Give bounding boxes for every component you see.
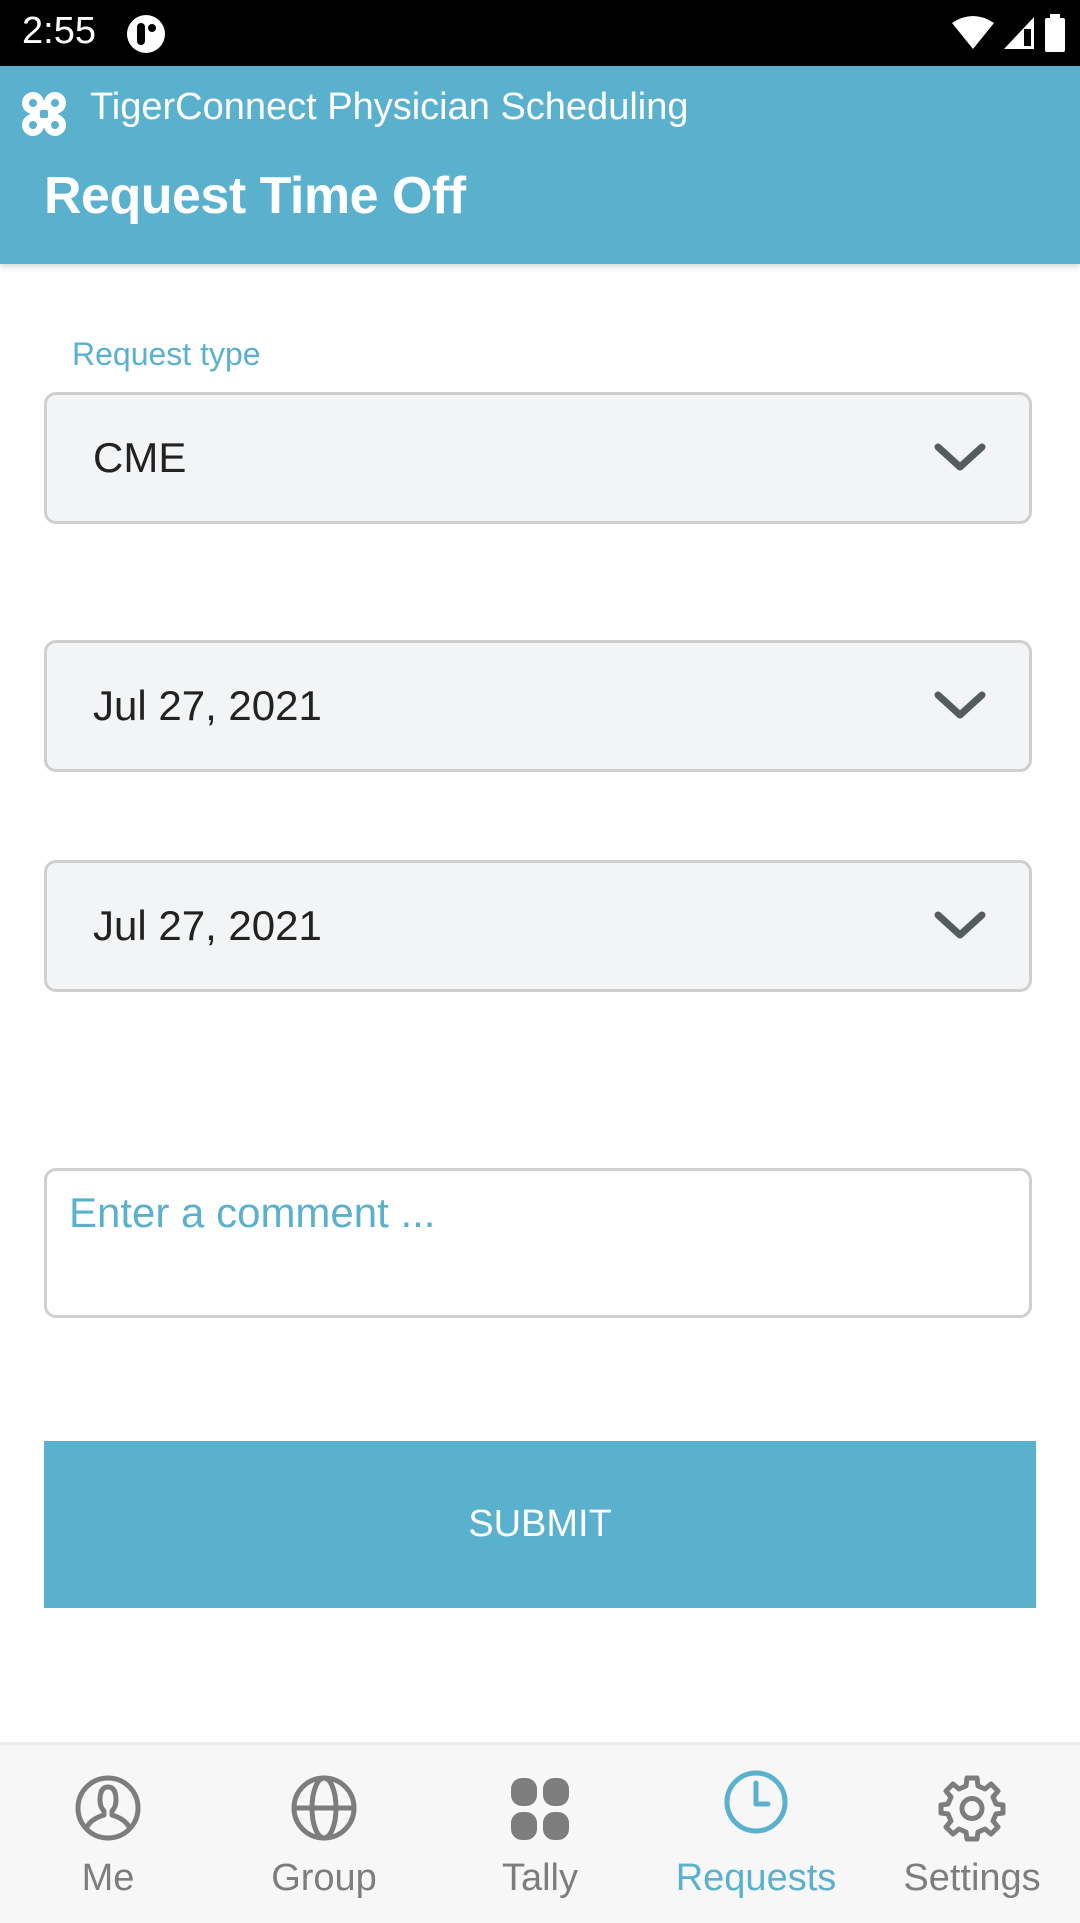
submit-button[interactable]: SUBMIT: [44, 1441, 1036, 1608]
chevron-down-icon: [934, 443, 986, 471]
nav-label-requests: Requests: [675, 1857, 837, 1899]
nav-label-group: Group: [271, 1857, 377, 1899]
nav-label-tally: Tally: [501, 1857, 579, 1899]
bottom-nav: Me Group Tally Requests Settings: [0, 1742, 1080, 1923]
end-date-dropdown[interactable]: Jul 27, 2021: [44, 860, 1032, 992]
nav-item-me[interactable]: Me: [0, 1745, 216, 1923]
status-time: 2:55: [22, 10, 96, 52]
person-icon: [75, 1775, 141, 1841]
request-type-label: Request type: [72, 336, 261, 372]
grid-icon: [511, 1778, 569, 1840]
request-type-value: CME: [93, 434, 187, 481]
nav-item-requests[interactable]: Requests: [648, 1745, 864, 1923]
cellular-signal-icon: [1004, 17, 1034, 49]
tigerconnect-logo-icon: [22, 92, 66, 136]
notification-app-icon: [127, 15, 165, 53]
status-bar: 2:55: [0, 0, 1080, 66]
request-type-dropdown[interactable]: CME: [44, 392, 1032, 524]
comment-input[interactable]: [69, 1189, 999, 1289]
end-date-value: Jul 27, 2021: [93, 902, 322, 949]
chevron-down-icon: [934, 691, 986, 719]
app-bar: TigerConnect Physician Scheduling Reques…: [0, 66, 1080, 264]
wifi-icon: [952, 16, 994, 49]
battery-icon: [1045, 14, 1065, 52]
nav-label-settings: Settings: [903, 1857, 1041, 1899]
nav-item-settings[interactable]: Settings: [864, 1745, 1080, 1923]
nav-label-me: Me: [81, 1857, 135, 1899]
comment-box: [44, 1168, 1032, 1318]
start-date-dropdown[interactable]: Jul 27, 2021: [44, 640, 1032, 772]
clock-icon: [724, 1770, 788, 1834]
nav-item-tally[interactable]: Tally: [432, 1745, 648, 1923]
nav-item-group[interactable]: Group: [216, 1745, 432, 1923]
chevron-down-icon: [934, 911, 986, 939]
page-title: Request Time Off: [44, 167, 466, 225]
status-icons: [952, 14, 1066, 52]
gear-icon: [938, 1775, 1006, 1842]
app-name: TigerConnect Physician Scheduling: [90, 86, 689, 128]
start-date-value: Jul 27, 2021: [93, 682, 322, 729]
globe-icon: [291, 1775, 357, 1841]
